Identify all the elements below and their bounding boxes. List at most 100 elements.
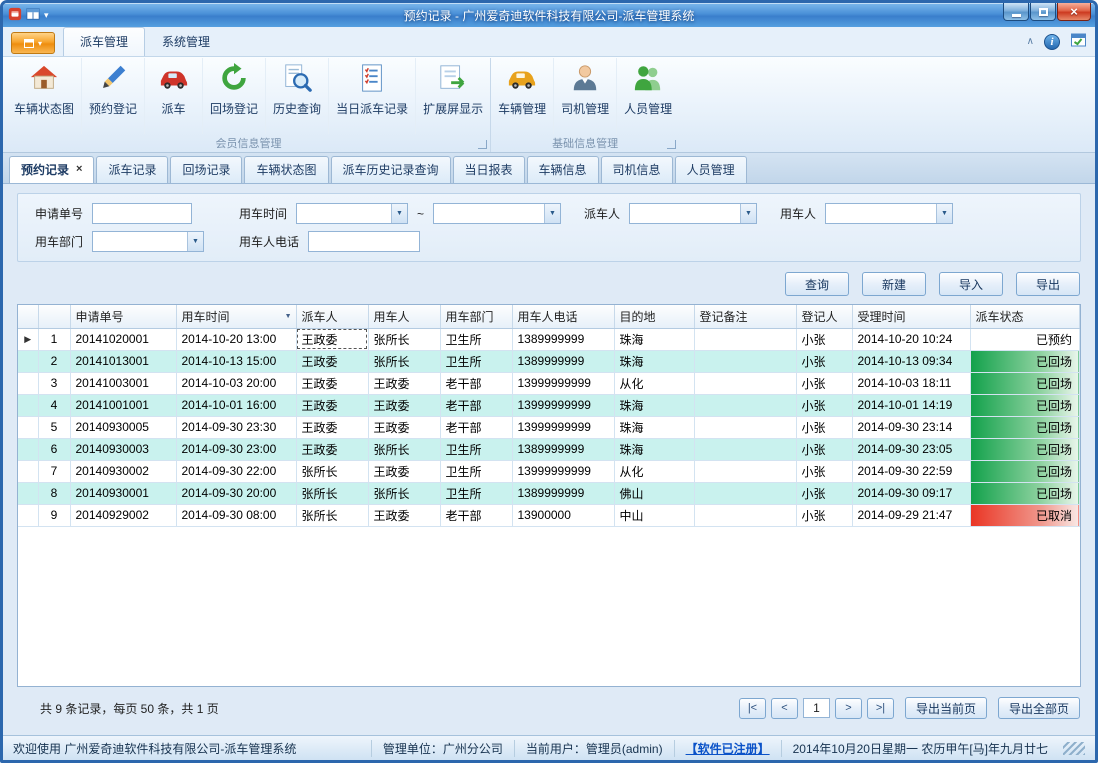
ribbon-button-driver-manage[interactable]: 司机管理: [553, 58, 616, 134]
cell-phone[interactable]: 13999999999: [512, 460, 614, 482]
cell-remark[interactable]: [694, 504, 796, 526]
export-button[interactable]: 导出: [1016, 272, 1080, 296]
cell-use-time[interactable]: 2014-10-13 15:00: [176, 350, 296, 372]
header-destination[interactable]: 目的地: [614, 305, 694, 328]
maximize-button[interactable]: [1030, 3, 1056, 21]
combo-input[interactable]: [826, 204, 936, 223]
cell-destination[interactable]: 珠海: [614, 350, 694, 372]
dept-combo[interactable]: ▼: [92, 231, 204, 252]
table-row[interactable]: 9 20140929002 2014-09-30 08:00 张所长 王政委 老…: [18, 504, 1080, 526]
ribbon-button-reservation[interactable]: 预约登记: [81, 58, 144, 134]
registered-link[interactable]: 【软件已注册】: [674, 740, 781, 757]
cell-user[interactable]: 张所长: [368, 350, 440, 372]
ribbon-button-dispatch[interactable]: 派车: [144, 58, 202, 134]
export-all-pages-button[interactable]: 导出全部页: [998, 697, 1080, 719]
cell-dispatcher[interactable]: 王政委: [296, 372, 368, 394]
document-tab[interactable]: 派车历史记录查询 ×: [331, 156, 451, 183]
cell-dispatcher[interactable]: 张所长: [296, 504, 368, 526]
cell-registrar[interactable]: 小张: [796, 394, 852, 416]
chevron-down-icon[interactable]: ▼: [740, 204, 756, 223]
ribbon-button-history-query[interactable]: 历史查询: [265, 58, 328, 134]
cell-dispatcher[interactable]: 张所长: [296, 482, 368, 504]
cell-destination[interactable]: 珠海: [614, 416, 694, 438]
cell-user[interactable]: 王政委: [368, 372, 440, 394]
cell-remark[interactable]: [694, 372, 796, 394]
cell-registrar[interactable]: 小张: [796, 328, 852, 350]
cell-phone[interactable]: 13999999999: [512, 394, 614, 416]
cell-use-time[interactable]: 2014-10-03 20:00: [176, 372, 296, 394]
table-row[interactable]: 5 20140930005 2014-09-30 23:30 王政委 王政委 老…: [18, 416, 1080, 438]
cell-registrar[interactable]: 小张: [796, 372, 852, 394]
collapse-ribbon-icon[interactable]: ∧: [1027, 37, 1034, 47]
cell-use-time[interactable]: 2014-10-20 13:00: [176, 328, 296, 350]
use-time-to-combo[interactable]: ▼: [433, 203, 561, 224]
header-order-no[interactable]: 申请单号: [70, 305, 176, 328]
cell-user[interactable]: 张所长: [368, 328, 440, 350]
cell-use-time[interactable]: 2014-09-30 22:00: [176, 460, 296, 482]
cell-use-time[interactable]: 2014-09-30 08:00: [176, 504, 296, 526]
cell-order-no[interactable]: 20141020001: [70, 328, 176, 350]
cell-status[interactable]: 已取消: [970, 504, 1080, 526]
ribbon-button-people-manage[interactable]: 人员管理: [616, 58, 679, 134]
first-page-button[interactable]: |<: [739, 698, 766, 719]
cell-remark[interactable]: [694, 438, 796, 460]
document-tab[interactable]: 预约记录 ×: [9, 156, 94, 183]
cell-status[interactable]: 已回场: [970, 350, 1080, 372]
cell-phone[interactable]: 13999999999: [512, 416, 614, 438]
cell-remark[interactable]: [694, 328, 796, 350]
chevron-down-icon[interactable]: ▼: [391, 204, 407, 223]
cell-order-no[interactable]: 20140930003: [70, 438, 176, 460]
cell-status[interactable]: 已预约: [970, 328, 1080, 350]
cell-user[interactable]: 王政委: [368, 416, 440, 438]
ribbon-button-vehicle-manage[interactable]: 车辆管理: [491, 58, 553, 134]
cell-phone[interactable]: 1389999999: [512, 350, 614, 372]
chevron-down-icon[interactable]: ▼: [936, 204, 952, 223]
cell-dispatcher[interactable]: 王政委: [296, 350, 368, 372]
header-registrar[interactable]: 登记人: [796, 305, 852, 328]
cell-phone[interactable]: 13999999999: [512, 372, 614, 394]
cell-dept[interactable]: 老干部: [440, 416, 512, 438]
import-button[interactable]: 导入: [939, 272, 1003, 296]
cell-remark[interactable]: [694, 350, 796, 372]
header-user[interactable]: 用车人: [368, 305, 440, 328]
cell-order-no[interactable]: 20141003001: [70, 372, 176, 394]
use-time-from-combo[interactable]: ▼: [296, 203, 408, 224]
cell-dispatcher[interactable]: 张所长: [296, 460, 368, 482]
query-button[interactable]: 查询: [785, 272, 849, 296]
cell-order-no[interactable]: 20140929002: [70, 504, 176, 526]
document-tab[interactable]: 回场记录 ×: [170, 156, 242, 183]
cell-registrar[interactable]: 小张: [796, 504, 852, 526]
user-combo[interactable]: ▼: [825, 203, 953, 224]
cell-user[interactable]: 王政委: [368, 504, 440, 526]
header-phone[interactable]: 用车人电话: [512, 305, 614, 328]
resize-grip[interactable]: [1063, 742, 1085, 755]
skin-window-icon[interactable]: [1070, 32, 1087, 51]
table-row[interactable]: 2 20141013001 2014-10-13 15:00 王政委 张所长 卫…: [18, 350, 1080, 372]
cell-user[interactable]: 王政委: [368, 394, 440, 416]
table-row[interactable]: 6 20140930003 2014-09-30 23:00 王政委 张所长 卫…: [18, 438, 1080, 460]
phone-input[interactable]: [308, 231, 420, 252]
cell-remark[interactable]: [694, 394, 796, 416]
header-use-time[interactable]: 用车时间▼: [176, 305, 296, 328]
document-tab[interactable]: 车辆状态图 ×: [244, 156, 328, 183]
ribbon-tab[interactable]: 派车管理: [63, 27, 145, 56]
cell-order-no[interactable]: 20140930005: [70, 416, 176, 438]
page-number-input[interactable]: 1: [803, 698, 830, 718]
cell-registrar[interactable]: 小张: [796, 438, 852, 460]
table-row[interactable]: ▶ 1 20141020001 2014-10-20 13:00 王政委 张所长…: [18, 328, 1080, 350]
cell-accept-time[interactable]: 2014-09-30 22:59: [852, 460, 970, 482]
cell-dept[interactable]: 卫生所: [440, 482, 512, 504]
cell-use-time[interactable]: 2014-09-30 23:00: [176, 438, 296, 460]
tab-close-icon[interactable]: ×: [76, 164, 82, 175]
info-icon[interactable]: i: [1044, 34, 1060, 50]
cell-dispatcher[interactable]: 王政委: [296, 416, 368, 438]
export-current-page-button[interactable]: 导出当前页: [905, 697, 987, 719]
cell-phone[interactable]: 1389999999: [512, 482, 614, 504]
chevron-down-icon[interactable]: ▼: [544, 204, 560, 223]
document-tab[interactable]: 派车记录 ×: [96, 156, 168, 183]
cell-accept-time[interactable]: 2014-10-01 14:19: [852, 394, 970, 416]
new-button[interactable]: 新建: [862, 272, 926, 296]
layout-icon[interactable]: [26, 7, 40, 24]
cell-user[interactable]: 张所长: [368, 438, 440, 460]
document-tab[interactable]: 司机信息 ×: [601, 156, 673, 183]
